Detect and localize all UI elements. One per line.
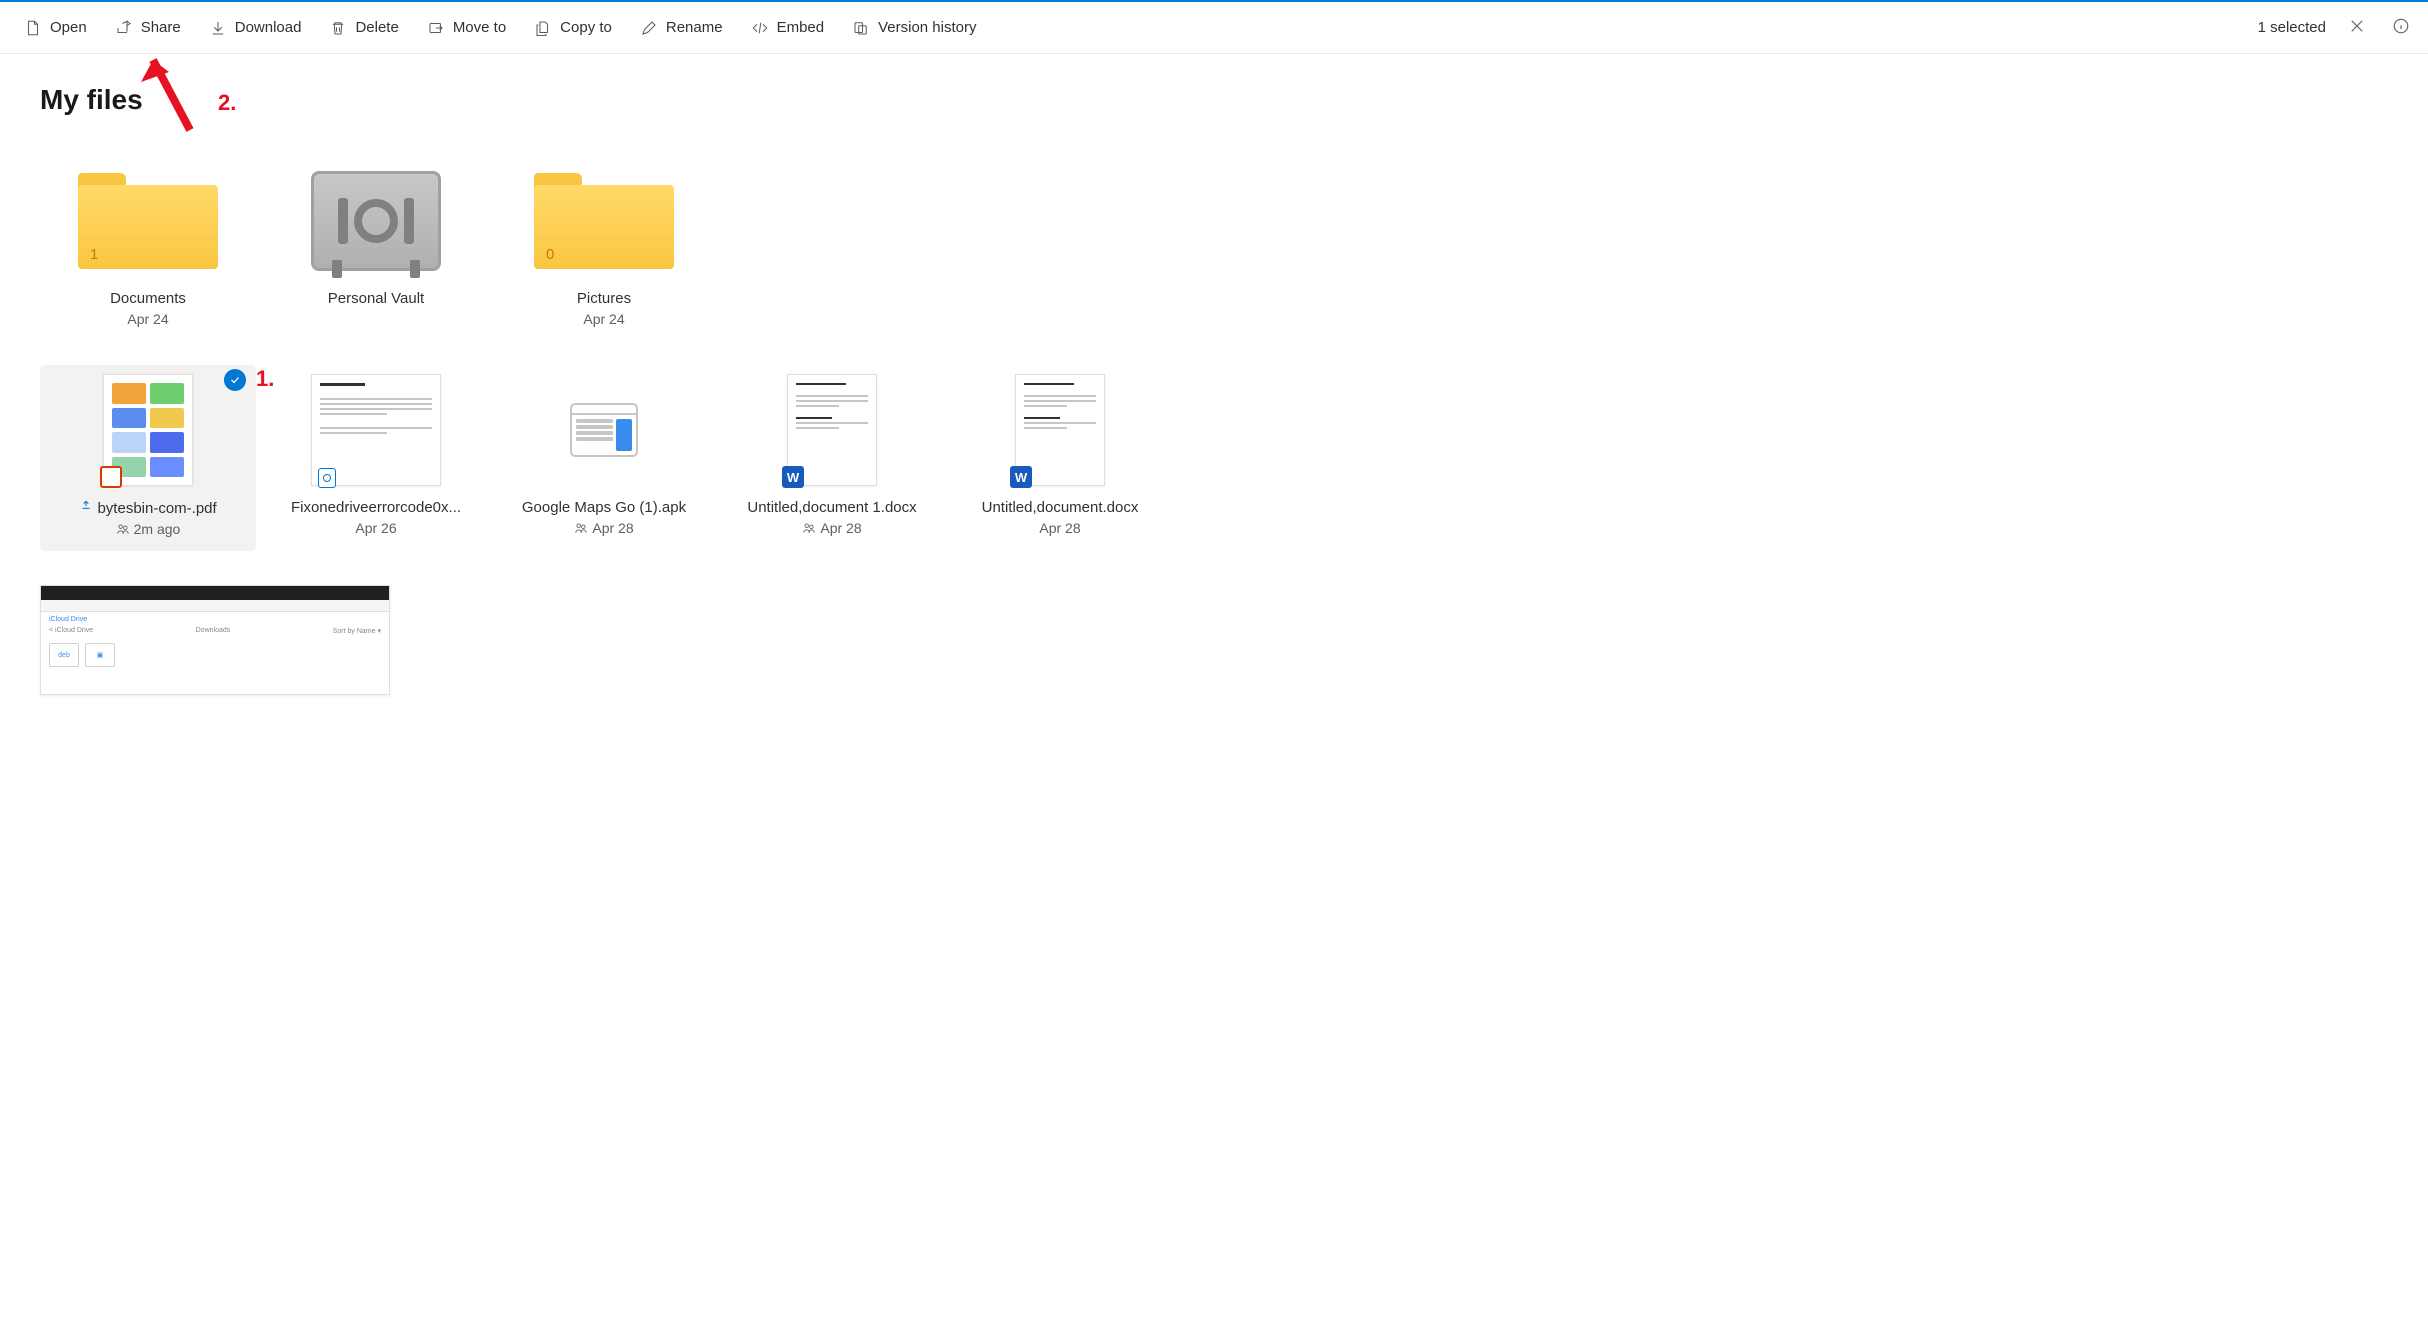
clear-selection-button[interactable]	[2344, 13, 2370, 43]
item-meta: Apr 28	[1039, 520, 1080, 536]
toolbar: Open Share Download Delete Move to Copy …	[0, 2, 2428, 54]
embed-label: Embed	[777, 19, 825, 36]
file-thumb	[757, 375, 907, 485]
file-item-pdf[interactable]: bytesbin-com-.pdf 2m ago	[40, 365, 256, 551]
toolbar-left: Open Share Download Delete Move to Copy …	[14, 13, 2258, 43]
download-icon	[209, 19, 227, 37]
content-area: My files 2. 1. 1 Documents Apr 24	[0, 54, 2428, 739]
rename-label: Rename	[666, 19, 723, 36]
item-meta: Apr 24	[583, 311, 624, 327]
info-button[interactable]	[2388, 13, 2414, 43]
pencil-icon	[640, 19, 658, 37]
item-name: Pictures	[577, 290, 631, 307]
move-to-label: Move to	[453, 19, 506, 36]
file-thumb	[73, 375, 223, 485]
selection-count: 1 selected	[2258, 19, 2326, 36]
folder-item-documents[interactable]: 1 Documents Apr 24	[40, 156, 256, 341]
image-thumb: iCloud Drive < iCloud DriveDownloadsSort…	[40, 585, 390, 695]
item-name: Google Maps Go (1).apk	[522, 499, 686, 516]
folder-count: 1	[90, 246, 98, 263]
file-item-image[interactable]: iCloud Drive < iCloud DriveDownloadsSort…	[40, 575, 400, 709]
open-button[interactable]: Open	[14, 13, 97, 43]
delete-button[interactable]: Delete	[319, 13, 408, 43]
file-item-doc[interactable]: Fixonedriveerrorcode0x... Apr 26	[268, 365, 484, 551]
file-item-apk[interactable]: Google Maps Go (1).apk Apr 28	[496, 365, 712, 551]
share-label: Share	[141, 19, 181, 36]
download-button[interactable]: Download	[199, 13, 312, 43]
share-button[interactable]: Share	[105, 13, 191, 43]
file-thumb	[301, 375, 451, 485]
item-name: Untitled,document 1.docx	[747, 499, 916, 516]
item-name: bytesbin-com-.pdf	[79, 499, 216, 517]
item-meta: Apr 26	[355, 520, 396, 536]
item-name: Fixonedriveerrorcode0x...	[291, 499, 461, 516]
copy-to-button[interactable]: Copy to	[524, 13, 622, 43]
embed-button[interactable]: Embed	[741, 13, 835, 43]
rename-button[interactable]: Rename	[630, 13, 733, 43]
file-thumb	[529, 375, 679, 485]
copy-to-label: Copy to	[560, 19, 612, 36]
vault-item[interactable]: Personal Vault	[268, 156, 484, 341]
shared-icon	[574, 521, 588, 535]
item-meta: 2m ago	[116, 521, 181, 537]
selection-check-icon[interactable]	[224, 369, 246, 391]
open-label: Open	[50, 19, 87, 36]
copy-icon	[534, 19, 552, 37]
trash-icon	[329, 19, 347, 37]
shared-icon	[802, 521, 816, 535]
item-meta: Apr 28	[802, 520, 861, 536]
folder-count: 0	[546, 246, 554, 263]
item-name: Personal Vault	[328, 290, 424, 307]
delete-label: Delete	[355, 19, 398, 36]
item-meta: Apr 28	[574, 520, 633, 536]
file-item-word-2[interactable]: Untitled,document.docx Apr 28	[952, 365, 1168, 551]
folder-thumb: 1	[73, 166, 223, 276]
page-title: My files	[40, 84, 2388, 116]
toolbar-right: 1 selected	[2258, 13, 2414, 43]
item-meta: Apr 24	[127, 311, 168, 327]
shared-icon	[116, 522, 130, 536]
folder-item-pictures[interactable]: 0 Pictures Apr 24	[496, 156, 712, 341]
new-badge-icon	[79, 500, 93, 517]
file-badge-icon	[318, 468, 336, 488]
version-history-button[interactable]: Version history	[842, 13, 986, 43]
code-icon	[751, 19, 769, 37]
close-icon	[2348, 17, 2366, 35]
move-to-button[interactable]: Move to	[417, 13, 516, 43]
file-icon	[24, 19, 42, 37]
download-label: Download	[235, 19, 302, 36]
item-name: Untitled,document.docx	[982, 499, 1139, 516]
file-thumb	[985, 375, 1135, 485]
item-name: Documents	[110, 290, 186, 307]
vault-thumb	[301, 166, 451, 276]
history-icon	[852, 19, 870, 37]
folder-thumb: 0	[529, 166, 679, 276]
info-icon	[2392, 17, 2410, 35]
move-icon	[427, 19, 445, 37]
version-history-label: Version history	[878, 19, 976, 36]
file-item-word-1[interactable]: Untitled,document 1.docx Apr 28	[724, 365, 940, 551]
file-grid: 1 Documents Apr 24 Personal Vault	[40, 156, 2388, 709]
share-icon	[115, 19, 133, 37]
